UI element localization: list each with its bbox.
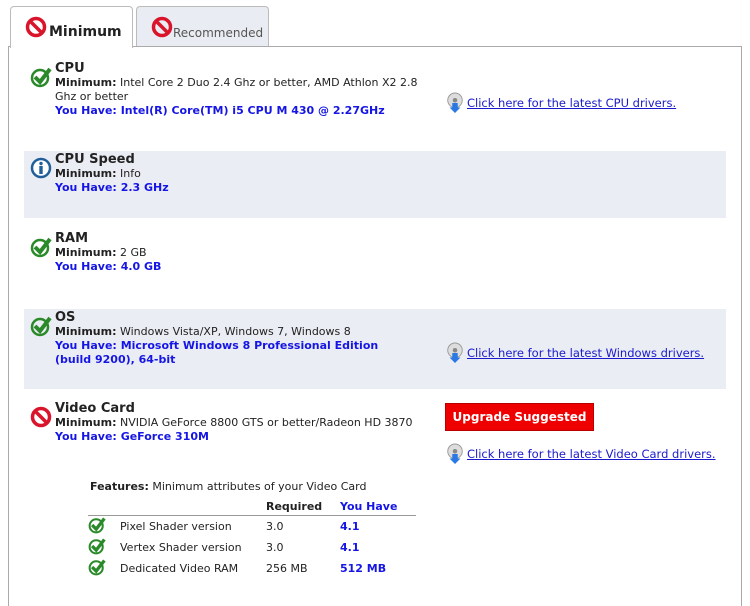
- you-have-header: You Have: [340, 497, 416, 516]
- feature-have: 512 MB: [340, 562, 387, 575]
- download-icon: [445, 443, 465, 465]
- features-caption: Features: Minimum attributes of your Vid…: [90, 480, 367, 493]
- tab-label: Minimum: [49, 24, 122, 40]
- requirement-title: Video Card: [55, 401, 135, 416]
- minimum-value: Info: [119, 167, 141, 180]
- info-icon: [30, 157, 52, 179]
- tab-recommended[interactable]: Recommended: [136, 6, 269, 46]
- requirement-title: OS: [55, 310, 76, 325]
- requirement-title: CPU: [55, 61, 85, 76]
- video-card-drivers-link[interactable]: Click here for the latest Video Card dri…: [445, 443, 716, 465]
- have-label: You Have:: [55, 181, 117, 194]
- feature-have: 4.1: [340, 541, 360, 554]
- minimum-label: Minimum:: [55, 76, 117, 89]
- have-value: 4.0 GB: [120, 260, 162, 273]
- have-label: You Have:: [55, 430, 117, 443]
- requirement-title: CPU Speed: [55, 152, 135, 167]
- have-value: Intel(R) Core(TM) i5 CPU M 430 @ 2.27GHz: [120, 104, 385, 117]
- requirement-ram: RAM Minimum: 2 GB You Have: 4.0 GB: [24, 230, 726, 300]
- check-icon: [30, 236, 52, 258]
- prohibited-icon: [25, 16, 47, 38]
- have-label: You Have:: [55, 339, 117, 352]
- prohibited-icon: [151, 16, 173, 38]
- requirement-video-card: Video Card Minimum: NVIDIA GeForce 8800 …: [24, 400, 726, 475]
- prohibited-icon: [30, 406, 52, 428]
- upgrade-suggested-button[interactable]: Upgrade Suggested: [445, 403, 594, 431]
- feature-required: 3.0: [266, 541, 284, 554]
- minimum-label: Minimum:: [55, 246, 117, 259]
- minimum-label: Minimum:: [55, 167, 117, 180]
- minimum-label: Minimum:: [55, 325, 117, 338]
- feature-required: 3.0: [266, 520, 284, 533]
- requirement-title: RAM: [55, 231, 89, 246]
- check-icon: [30, 66, 52, 88]
- cpu-drivers-link[interactable]: Click here for the latest CPU drivers.: [445, 92, 676, 114]
- feature-name: Dedicated Video RAM: [120, 562, 239, 575]
- requirement-cpu: CPU Minimum: Intel Core 2 Duo 2.4 Ghz or…: [24, 60, 726, 140]
- check-icon: [88, 558, 106, 576]
- table-row: Pixel Shader version 3.0 4.1: [88, 516, 416, 538]
- requirement-cpu-speed: CPU Speed Minimum: Info You Have: 2.3 GH…: [24, 151, 726, 218]
- have-value: 2.3 GHz: [120, 181, 169, 194]
- feature-name: Pixel Shader version: [120, 520, 232, 533]
- feature-name: Vertex Shader version: [120, 541, 242, 554]
- feature-required: 256 MB: [266, 562, 308, 575]
- download-icon: [445, 342, 465, 364]
- minimum-label: Minimum:: [55, 416, 117, 429]
- check-icon: [88, 537, 106, 555]
- features-table: Required You Have Pixel Shader version 3…: [88, 497, 416, 579]
- minimum-value: Windows Vista/XP, Windows 7, Windows 8: [119, 325, 351, 338]
- tab-label: Recommended: [173, 26, 264, 40]
- feature-have: 4.1: [340, 520, 360, 533]
- have-label: You Have:: [55, 260, 117, 273]
- windows-drivers-link[interactable]: Click here for the latest Windows driver…: [445, 342, 704, 364]
- have-label: You Have:: [55, 104, 117, 117]
- have-value: GeForce 310M: [120, 430, 209, 443]
- minimum-value: NVIDIA GeForce 8800 GTS or better/Radeon…: [119, 416, 413, 429]
- required-header: Required: [266, 497, 340, 516]
- requirement-os: OS Minimum: Windows Vista/XP, Windows 7,…: [24, 309, 726, 389]
- minimum-value: 2 GB: [119, 246, 147, 259]
- tab-minimum[interactable]: Minimum: [10, 6, 133, 48]
- table-row: Dedicated Video RAM 256 MB 512 MB: [88, 558, 416, 579]
- download-icon: [445, 92, 465, 114]
- check-icon: [30, 315, 52, 337]
- table-row: Vertex Shader version 3.0 4.1: [88, 537, 416, 558]
- check-icon: [88, 516, 106, 534]
